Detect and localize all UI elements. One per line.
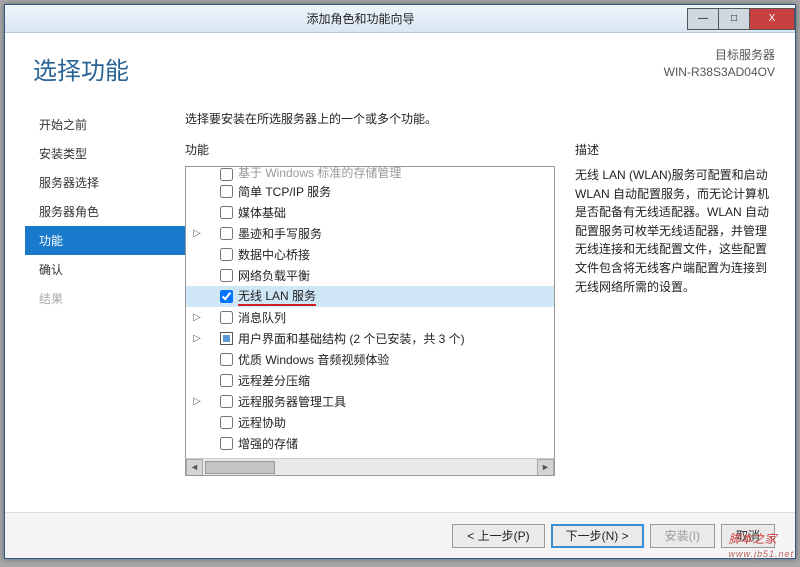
feature-item[interactable]: 网络负载平衡 — [186, 265, 554, 286]
wizard-window: 添加角色和功能向导 — □ X 选择功能 目标服务器 WIN-R38S3AD04… — [4, 4, 796, 559]
feature-label: 用户界面和基础结构 (2 个已安装，共 3 个) — [238, 330, 465, 347]
feature-label: 远程差分压缩 — [238, 372, 310, 389]
minimize-button[interactable]: — — [687, 8, 719, 30]
expand-icon[interactable]: ▷ — [190, 396, 204, 407]
feature-checkbox[interactable] — [220, 185, 233, 198]
feature-item[interactable]: ▷ 远程服务器管理工具 — [186, 391, 554, 412]
feature-checkbox[interactable] — [220, 374, 233, 387]
feature-checkbox[interactable] — [220, 290, 233, 303]
feature-label: 网络负载平衡 — [238, 267, 310, 284]
feature-item[interactable]: ▷ 墨迹和手写服务 — [186, 223, 554, 244]
install-button: 安装(I) — [650, 524, 715, 548]
feature-item[interactable]: 组策略管理 — [186, 454, 554, 457]
target-label: 目标服务器 — [664, 47, 775, 64]
sidebar-item-features[interactable]: 功能 — [25, 226, 185, 255]
feature-checkbox[interactable] — [220, 168, 233, 181]
feature-item[interactable]: ▷ 消息队列 — [186, 307, 554, 328]
feature-checkbox[interactable] — [220, 248, 233, 261]
sidebar-item-server-select[interactable]: 服务器选择 — [25, 168, 185, 197]
feature-label: 媒体基础 — [238, 204, 286, 221]
expand-icon[interactable]: ▷ — [190, 333, 204, 344]
feature-checkbox[interactable] — [220, 269, 233, 282]
feature-label: 组策略管理 — [238, 456, 298, 457]
scroll-thumb[interactable] — [205, 461, 275, 474]
feature-checkbox[interactable] — [220, 437, 233, 450]
feature-item[interactable]: 无线 LAN 服务 — [186, 286, 554, 307]
instruction-text: 选择要安装在所选服务器上的一个或多个功能。 — [185, 110, 775, 127]
feature-label: 基于 Windows 标准的存储管理 — [238, 167, 401, 181]
feature-label: 远程协助 — [238, 414, 286, 431]
feature-item[interactable]: ▷ 用户界面和基础结构 (2 个已安装，共 3 个) — [186, 328, 554, 349]
expand-icon[interactable]: ▷ — [190, 228, 204, 239]
sidebar-item-confirm[interactable]: 确认 — [25, 255, 185, 284]
feature-checkbox[interactable] — [220, 206, 233, 219]
sidebar-item-install-type[interactable]: 安装类型 — [25, 139, 185, 168]
next-button[interactable]: 下一步(N) > — [551, 524, 644, 548]
feature-checkbox[interactable] — [220, 227, 233, 240]
maximize-button[interactable]: □ — [718, 8, 750, 30]
feature-checkbox-partial[interactable] — [220, 332, 233, 345]
features-listbox[interactable]: 基于 Windows 标准的存储管理简单 TCP/IP 服务媒体基础 ▷ 墨迹和手写… — [185, 166, 555, 476]
window-title: 添加角色和功能向导 — [33, 10, 688, 27]
feature-item[interactable]: 远程协助 — [186, 412, 554, 433]
wizard-steps-sidebar: 开始之前 安装类型 服务器选择 服务器角色 功能 确认 结果 — [25, 104, 185, 512]
app-icon — [9, 7, 33, 31]
expand-icon[interactable]: ▷ — [190, 312, 204, 323]
scroll-left-icon[interactable]: ◄ — [186, 459, 203, 476]
wizard-footer: < 上一步(P) 下一步(N) > 安装(I) 取消 — [5, 512, 795, 558]
sidebar-item-before-begin[interactable]: 开始之前 — [25, 110, 185, 139]
feature-item[interactable]: 基于 Windows 标准的存储管理 — [186, 167, 554, 181]
page-heading: 选择功能 — [33, 51, 129, 86]
target-value: WIN-R38S3AD04OV — [664, 64, 775, 81]
feature-item[interactable]: 优质 Windows 音频视频体验 — [186, 349, 554, 370]
feature-item[interactable]: 数据中心桥接 — [186, 244, 554, 265]
previous-button[interactable]: < 上一步(P) — [452, 524, 544, 548]
close-button[interactable]: X — [749, 8, 795, 30]
sidebar-item-server-roles[interactable]: 服务器角色 — [25, 197, 185, 226]
feature-label: 远程服务器管理工具 — [238, 393, 346, 410]
titlebar[interactable]: 添加角色和功能向导 — □ X — [5, 5, 795, 33]
feature-item[interactable]: 简单 TCP/IP 服务 — [186, 181, 554, 202]
feature-label: 优质 Windows 音频视频体验 — [238, 351, 389, 368]
features-column-label: 功能 — [185, 141, 555, 158]
feature-label: 简单 TCP/IP 服务 — [238, 183, 331, 200]
horizontal-scrollbar[interactable]: ◄ ► — [186, 458, 554, 475]
feature-checkbox[interactable] — [220, 311, 233, 324]
feature-item[interactable]: 增强的存储 — [186, 433, 554, 454]
target-server-info: 目标服务器 WIN-R38S3AD04OV — [664, 47, 775, 81]
feature-item[interactable]: 远程差分压缩 — [186, 370, 554, 391]
feature-label: 无线 LAN 服务 — [238, 287, 316, 306]
feature-label: 消息队列 — [238, 309, 286, 326]
feature-label: 墨迹和手写服务 — [238, 225, 322, 242]
watermark: 脚本之家 www.jb51.net — [728, 526, 794, 559]
sidebar-item-results: 结果 — [25, 284, 185, 313]
feature-item[interactable]: 媒体基础 — [186, 202, 554, 223]
feature-label: 增强的存储 — [238, 435, 298, 452]
scroll-right-icon[interactable]: ► — [537, 459, 554, 476]
feature-checkbox[interactable] — [220, 416, 233, 429]
feature-checkbox[interactable] — [220, 395, 233, 408]
feature-checkbox[interactable] — [220, 353, 233, 366]
feature-label: 数据中心桥接 — [238, 246, 310, 263]
description-column-label: 描述 — [575, 141, 775, 158]
description-text: 无线 LAN (WLAN)服务可配置和启动 WLAN 自动配置服务，而无论计算机… — [575, 166, 775, 296]
